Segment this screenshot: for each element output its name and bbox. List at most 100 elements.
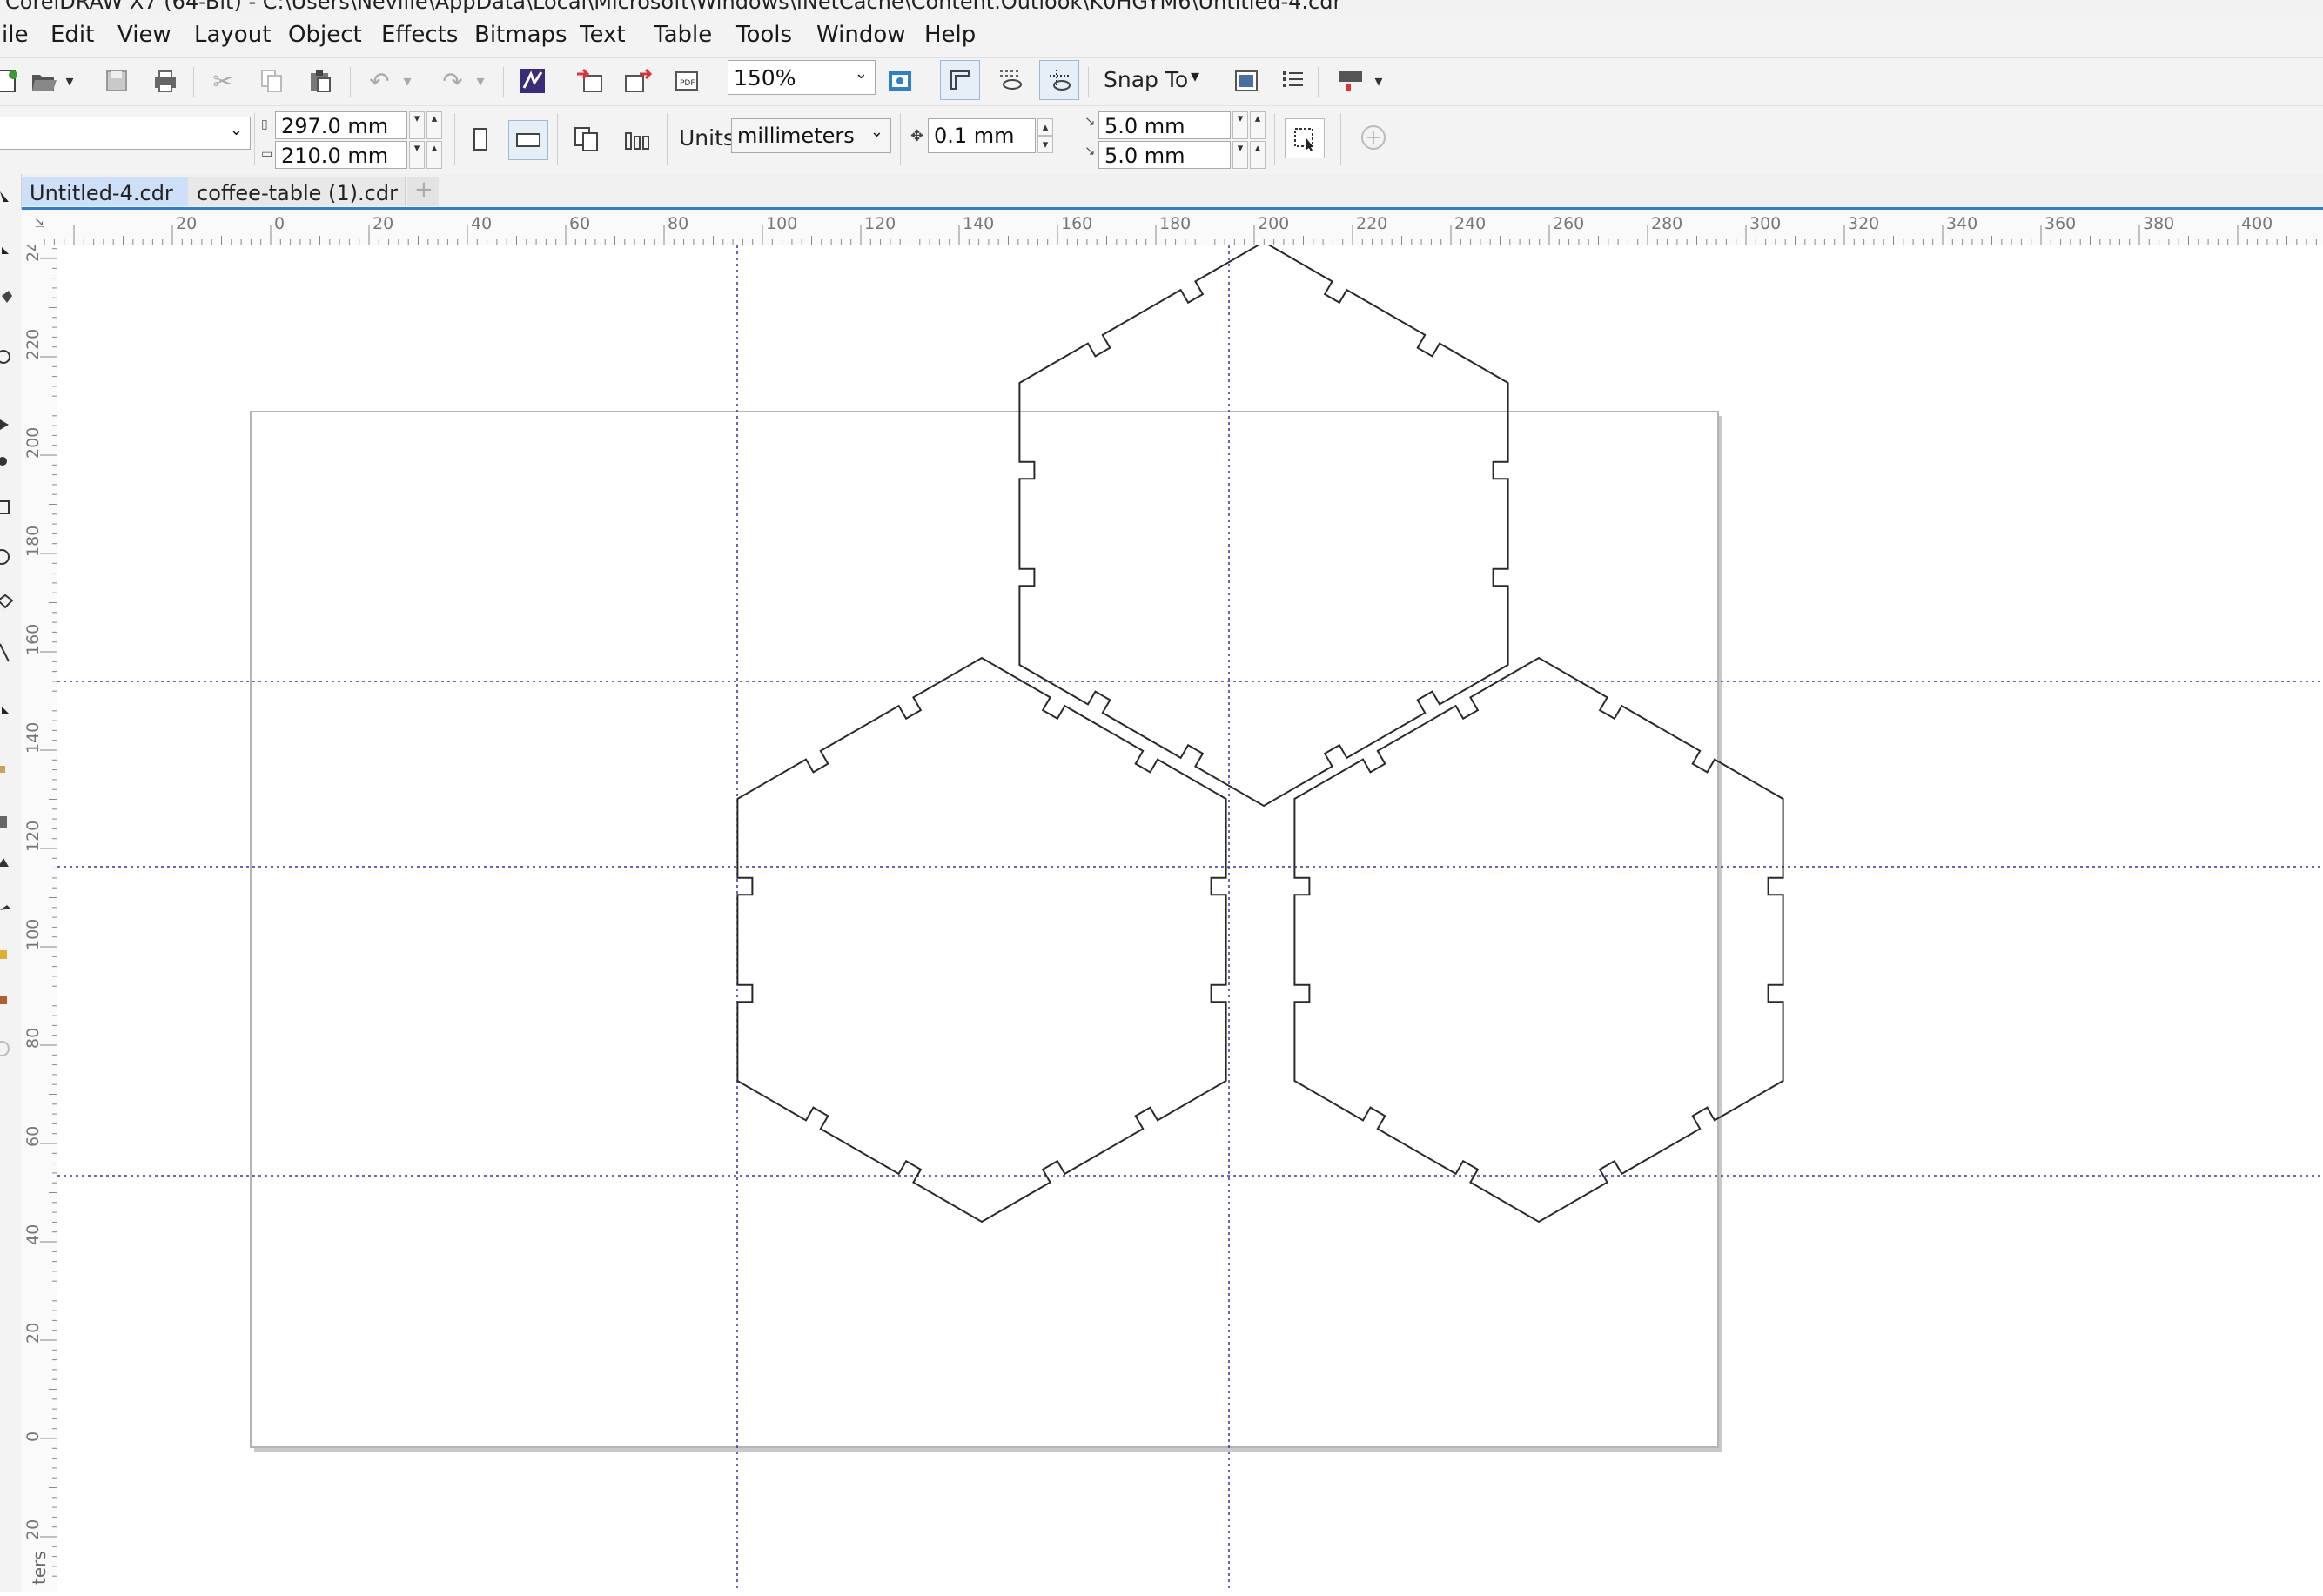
menu-object[interactable]: Object [288, 22, 362, 48]
new-icon[interactable] [0, 62, 26, 100]
menu-effects[interactable]: Effects [381, 22, 458, 48]
menu-file[interactable]: ile [2, 22, 28, 48]
window-title: CorelDRAW X7 (64-Bit) - C:\Users\Neville… [5, 0, 1342, 14]
ruler-tick-label: 360 [2044, 214, 2076, 233]
horizontal-ruler[interactable]: ⇲ 20 0 20 40 60 80 100 120 140 160 180 200 220 240 260… [21, 210, 2323, 245]
zoom-level-value: 150% [734, 65, 796, 91]
ruler-tick-label: 280 [1651, 214, 1682, 233]
duplicate-y-spinner[interactable]: ▾ [1232, 141, 1248, 169]
print-icon[interactable] [146, 62, 185, 100]
menu-bitmaps[interactable]: Bitmaps [474, 22, 567, 48]
menu-help[interactable]: Help [924, 22, 976, 48]
menu-text[interactable]: Text [580, 22, 626, 48]
ruler-tick-label: 160 [1061, 214, 1092, 233]
copy-icon[interactable] [252, 62, 291, 100]
ruler-tick-label: 80 [23, 1028, 43, 1049]
page-width-field[interactable]: 297.0 mm [275, 111, 407, 139]
menu-layout[interactable]: Layout [194, 22, 271, 48]
launch-icon[interactable] [1332, 62, 1370, 100]
cut-icon[interactable]: ✂ [204, 62, 242, 100]
menu-tools[interactable]: Tools [736, 22, 792, 48]
units-select[interactable]: millimeters ⌄ [731, 118, 891, 153]
tab-coffee-table[interactable]: coffee-table (1).cdr [188, 177, 406, 206]
ruler-tick-label: 180 [23, 526, 43, 557]
zoom-level-select[interactable]: 150% ⌄ [728, 60, 876, 95]
ruler-tick-label: 40 [471, 214, 492, 233]
app-launcher-icon[interactable] [514, 62, 552, 100]
page-width-spinner[interactable]: ▾ [409, 111, 425, 139]
page-width-spinner[interactable]: ▴ [426, 111, 442, 139]
page-height-spinner[interactable]: ▾ [409, 141, 425, 169]
fill-tool-icon [0, 950, 7, 959]
menu-view[interactable]: View [117, 22, 171, 48]
ruler-tick-label: 340 [1946, 214, 1977, 233]
guidelines-icon[interactable] [1039, 60, 1079, 100]
paste-icon[interactable] [301, 62, 339, 100]
open-icon[interactable] [24, 62, 63, 100]
duplicate-x-spinner[interactable]: ▾ [1232, 111, 1248, 139]
menu-window[interactable]: Window [816, 22, 906, 48]
nudge-spinner[interactable]: ▴ [1037, 118, 1053, 136]
tab-untitled-4[interactable]: Untitled-4.cdr [21, 177, 188, 206]
add-tab-icon[interactable]: + [407, 177, 439, 206]
redo-icon[interactable]: ↷ [433, 62, 472, 100]
add-tool-icon [0, 1041, 10, 1056]
pdf-icon[interactable]: PDF [668, 62, 707, 100]
undo-icon[interactable]: ↶ [360, 62, 399, 100]
ruler-tick-label: 220 [1356, 214, 1387, 233]
duplicate-x-spinner[interactable]: ▴ [1250, 111, 1266, 139]
page-height-field[interactable]: 210.0 mm [275, 141, 407, 169]
launch-dropdown-icon[interactable]: ▾ [1370, 62, 1387, 100]
undo-dropdown-icon[interactable]: ▾ [399, 62, 416, 100]
paper-type-select[interactable]: ⌄ [0, 117, 251, 150]
ruler-tick-label: 220 [23, 329, 43, 360]
ellipse-tool-icon [0, 549, 10, 565]
snap-to-label[interactable]: Snap To [1104, 67, 1188, 92]
ruler-tick-label: 40 [23, 1224, 43, 1245]
separator [254, 113, 255, 165]
options-icon[interactable] [1274, 62, 1313, 100]
smart-fill-icon [0, 996, 7, 1004]
welcome-icon[interactable] [1227, 62, 1266, 100]
all-pages-icon[interactable] [567, 120, 606, 158]
menu-edit[interactable]: Edit [50, 22, 94, 48]
landscape-icon[interactable] [508, 120, 548, 160]
add-icon[interactable] [1354, 118, 1393, 157]
duplicate-x-field[interactable]: 5.0 mm [1098, 111, 1231, 139]
page-height-spinner[interactable]: ▴ [426, 141, 442, 169]
drawing-canvas[interactable] [57, 240, 2323, 1592]
ruler-unit-label: ters [29, 1551, 50, 1585]
svg-text:PDF: PDF [680, 79, 695, 88]
rulers-icon[interactable] [940, 60, 980, 100]
shape-tool-icon [2, 247, 9, 254]
text-tool-icon [0, 643, 10, 662]
ruler-tick-label: 240 [23, 245, 43, 262]
ruler-tick-label: 120 [864, 214, 896, 233]
open-dropdown-icon[interactable]: ▾ [61, 62, 78, 100]
export-icon[interactable] [620, 62, 658, 100]
nudge-distance-field[interactable]: 0.1 mm [928, 118, 1036, 153]
pick-tool-icon [0, 191, 9, 202]
menu-table[interactable]: Table [654, 22, 712, 48]
vertical-ruler[interactable]: ters 240 220 200 180 160 140 120 100 80 60 40 20 0 20 [21, 231, 58, 1592]
full-screen-icon[interactable] [881, 62, 919, 100]
separator [667, 113, 668, 165]
grid-icon[interactable] [990, 60, 1029, 98]
duplicate-x-icon: ↘ [1084, 114, 1096, 129]
ruler-tick-label: 140 [23, 722, 43, 754]
duplicate-y-field[interactable]: 5.0 mm [1098, 141, 1231, 169]
snap-to-dropdown-icon[interactable]: ▾ [1191, 65, 1199, 86]
save-icon[interactable] [97, 62, 136, 100]
import-icon[interactable] [571, 62, 609, 100]
artistic-media-icon [0, 457, 7, 466]
redo-dropdown-icon[interactable]: ▾ [472, 62, 489, 100]
nudge-spinner[interactable]: ▾ [1037, 136, 1053, 153]
portrait-icon[interactable] [461, 120, 500, 158]
ruler-tick-label: 200 [1258, 214, 1289, 233]
current-page-icon[interactable] [618, 120, 656, 158]
ruler-tick-label: 20 [23, 1519, 43, 1540]
treat-as-filled-icon[interactable] [1285, 118, 1325, 158]
ruler-tick-label: 140 [963, 214, 994, 233]
separator [503, 67, 504, 97]
duplicate-y-spinner[interactable]: ▴ [1250, 141, 1266, 169]
